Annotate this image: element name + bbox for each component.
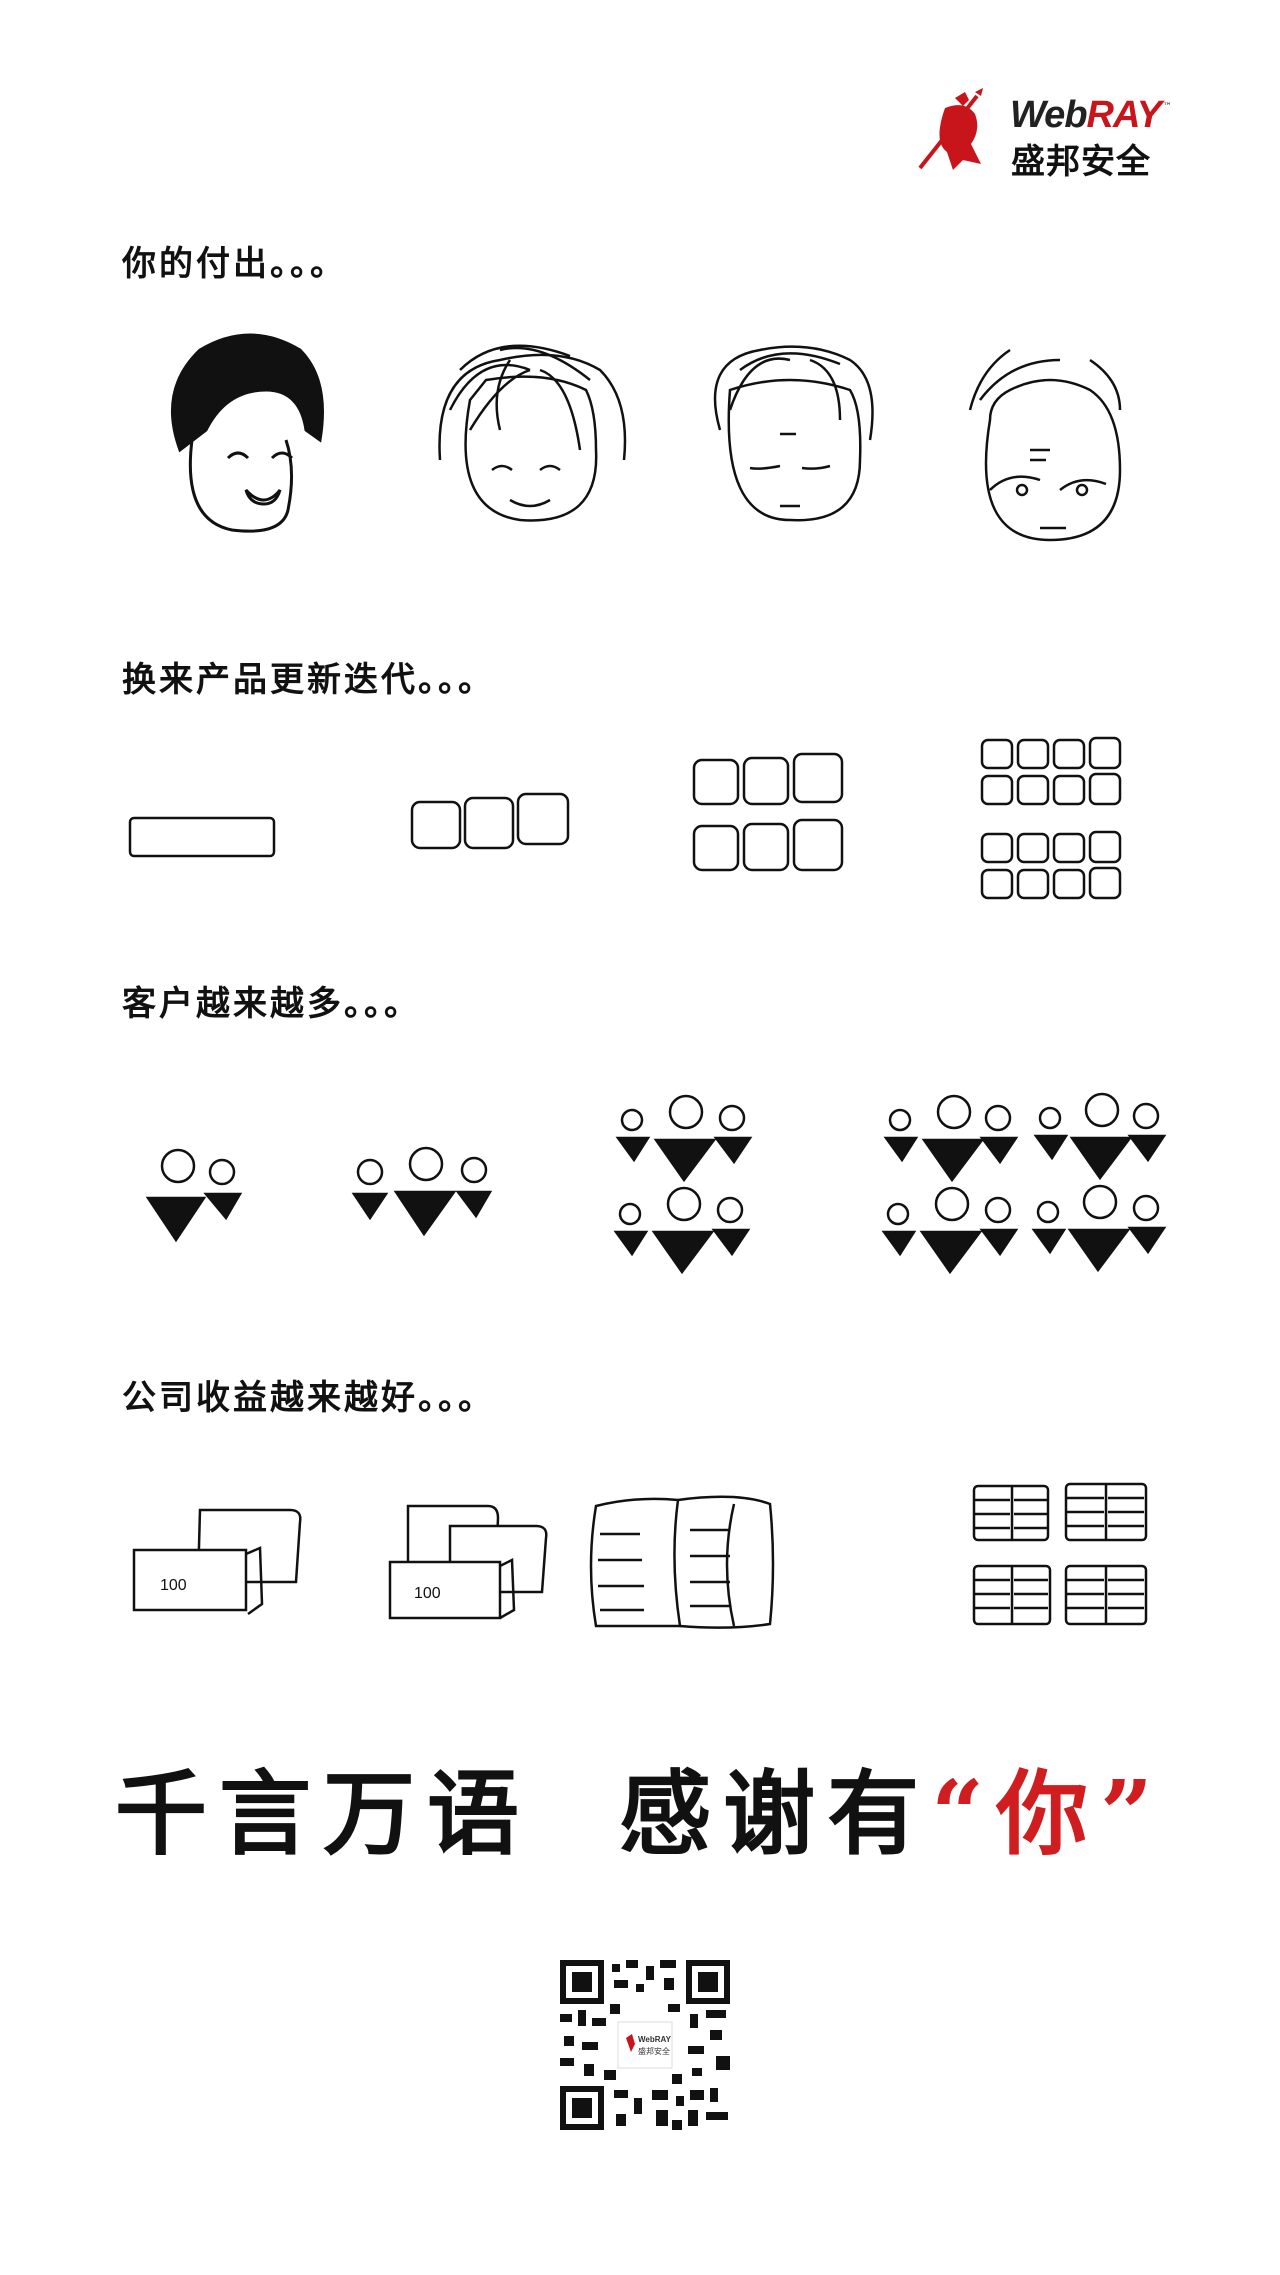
customer-group-6 [613, 1094, 753, 1275]
slogan-open-quote: “ [931, 1760, 997, 1868]
face-young-icon [170, 333, 324, 533]
customer-group-3 [351, 1146, 493, 1237]
customers-illustration [145, 1092, 1167, 1275]
customer-group-12 [881, 1092, 1167, 1275]
section-heading-effort: 你的付出。。。 [122, 244, 347, 284]
money-label-1: 100 [160, 1577, 187, 1594]
money-stack-large [589, 1495, 775, 1629]
product-blocks-16 [980, 736, 1122, 900]
product-block-1 [128, 816, 276, 858]
section-heading-more-customers: 客户越来越多。。。 [122, 984, 421, 1024]
product-blocks-3 [410, 792, 570, 850]
faces-illustration [170, 333, 1122, 542]
face-tired-icon [438, 344, 627, 522]
face-bored-icon [713, 345, 874, 522]
svg-text:WebRAY: WebRAY [638, 2035, 672, 2044]
money-label-2: 100 [414, 1585, 441, 1602]
logo-web-text: WebRAY [1010, 94, 1162, 136]
face-old-icon [968, 348, 1122, 542]
section-heading-more-revenue: 公司收益越来越好。。。 [122, 1378, 495, 1418]
revenue-illustration: 100 100 [132, 1482, 1148, 1629]
logo-chinese-name: 盛邦安全 [1011, 142, 1151, 182]
product-blocks-illustration [128, 736, 1122, 900]
slogan-close-quote: ” [1100, 1760, 1165, 1868]
webray-logo: WebRAY ™ 盛邦安全 [915, 88, 1175, 182]
warrior-logo-icon [918, 88, 983, 170]
slogan-main-text: 千言万语 感谢有 [115, 1760, 932, 1868]
customer-group-2 [145, 1148, 243, 1243]
qr-code-icon: WebRAY 盛邦安全 [560, 1960, 730, 2130]
slogan: 千言万语 感谢有“你” [0, 1740, 1280, 1873]
money-pile-1 [132, 1508, 302, 1616]
money-stacks-four [972, 1482, 1148, 1626]
logo-trademark: ™ [1163, 102, 1172, 112]
svg-text:盛邦安全: 盛邦安全 [638, 2046, 670, 2056]
product-blocks-6 [692, 752, 844, 872]
section-heading-product-iteration: 换来产品更新迭代。。。 [122, 660, 495, 700]
slogan-highlight: 你 [996, 1760, 1101, 1868]
